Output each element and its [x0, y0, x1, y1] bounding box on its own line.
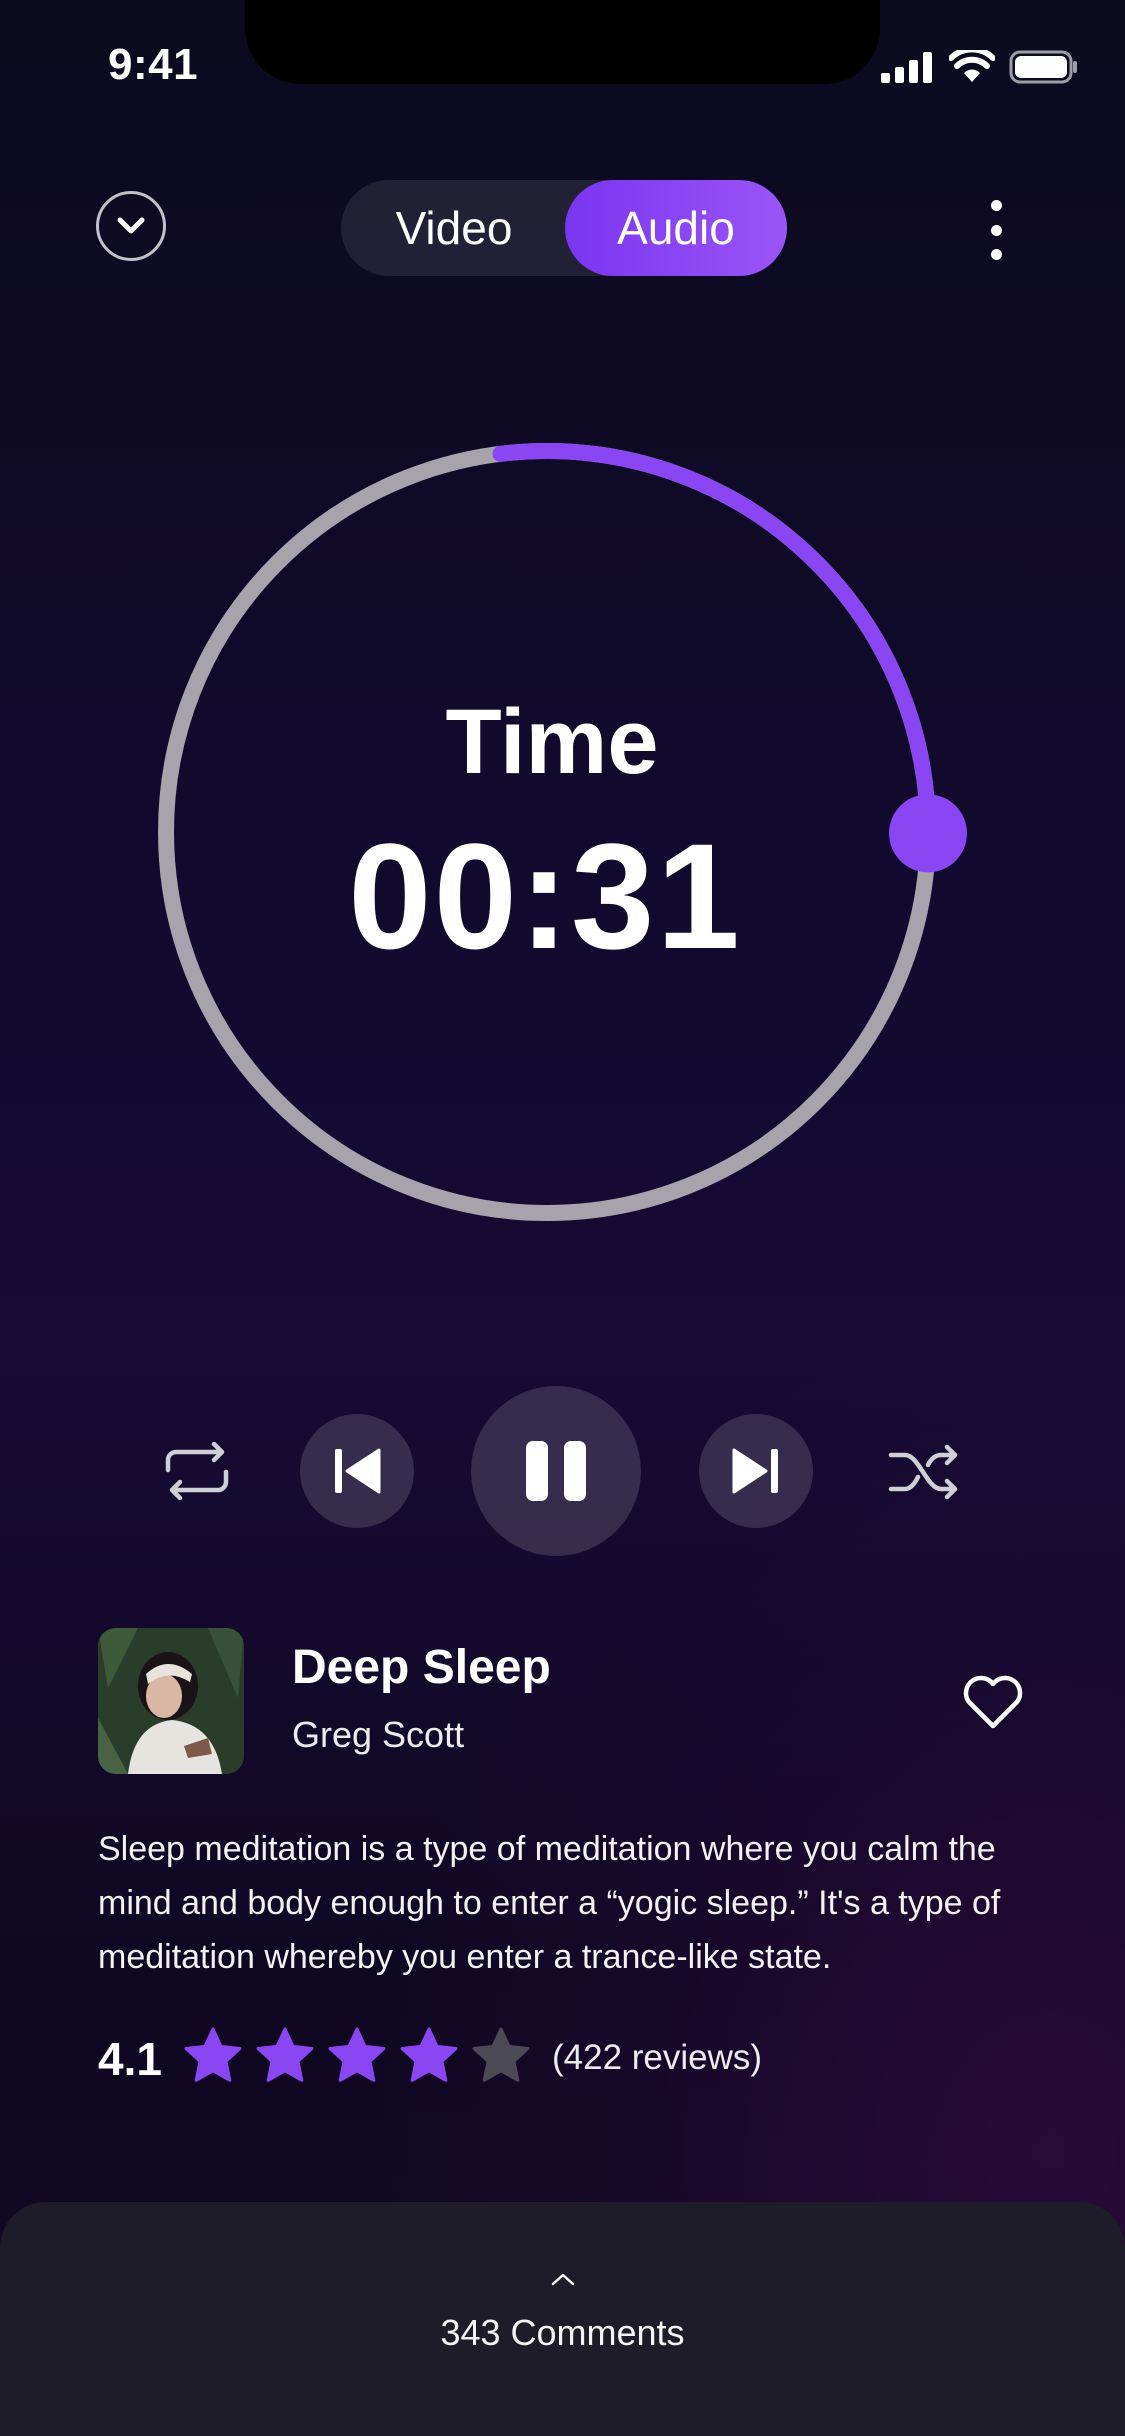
- previous-icon: [335, 1448, 381, 1494]
- timer-value: 00:31: [348, 812, 742, 980]
- next-button[interactable]: [699, 1414, 813, 1528]
- pause-button[interactable]: [471, 1386, 641, 1556]
- repeat-icon: [165, 1442, 229, 1500]
- heart-icon: [963, 1675, 1023, 1729]
- comments-label[interactable]: 343 Comments: [0, 2312, 1125, 2354]
- track-title: Deep Sleep: [292, 1641, 551, 1694]
- track-artist: Greg Scott: [292, 1714, 465, 1755]
- artwork-image: [98, 1628, 244, 1774]
- star-icon: [472, 2027, 530, 2082]
- star-icon: [328, 2027, 386, 2082]
- rating-stars: [182, 2025, 532, 2087]
- player-screen: 9:41 Video Audio Time 00:31 Deep Sleep G…: [0, 0, 1125, 2436]
- star-icon: [400, 2027, 458, 2082]
- track-description: Sleep meditation is a type of meditation…: [98, 1830, 1001, 1976]
- rating-value: 4.1: [98, 2033, 162, 2085]
- review-count[interactable]: (422 reviews): [552, 2038, 762, 2078]
- star-icon: [184, 2027, 242, 2082]
- pause-icon: [526, 1441, 586, 1501]
- star-icon: [256, 2027, 314, 2082]
- shuffle-button[interactable]: [886, 1440, 962, 1504]
- previous-button[interactable]: [300, 1414, 414, 1528]
- chevron-up-icon: [551, 2273, 575, 2286]
- repeat-button[interactable]: [160, 1440, 234, 1502]
- timer-label: Time: [445, 691, 659, 793]
- shuffle-icon: [888, 1444, 958, 1500]
- track-artwork: [98, 1628, 244, 1774]
- favorite-button[interactable]: [960, 1672, 1026, 1732]
- timer-ring: [158, 443, 967, 1221]
- next-icon: [732, 1448, 778, 1494]
